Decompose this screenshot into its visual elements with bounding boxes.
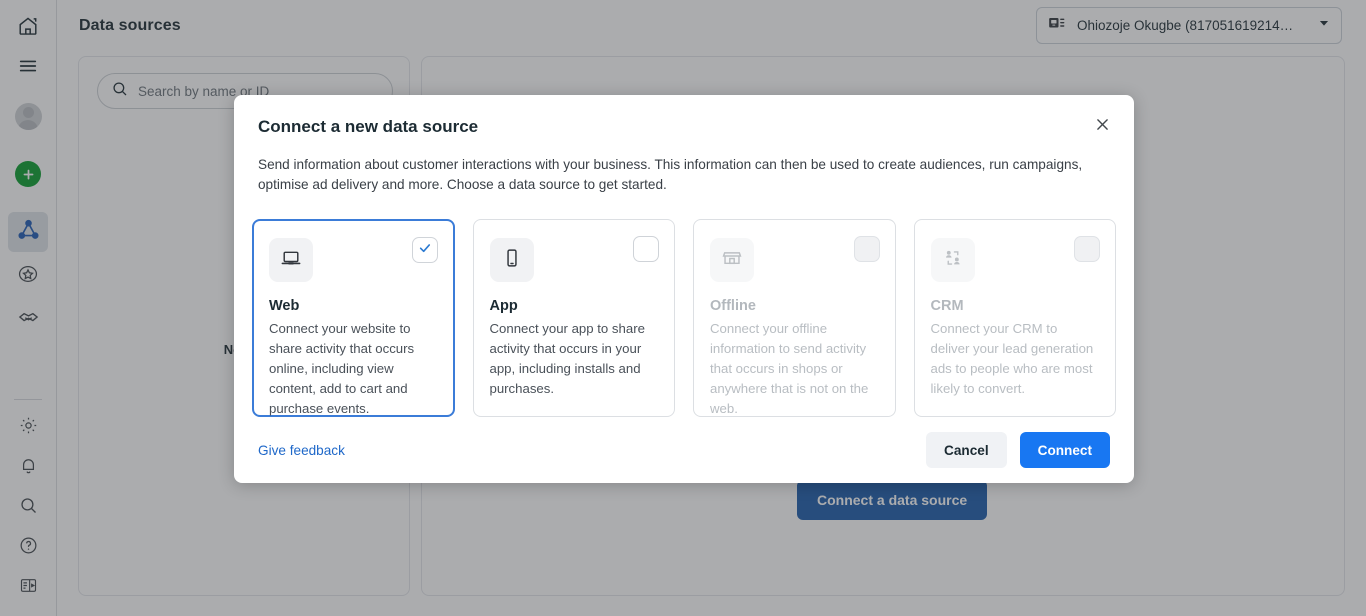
card-checkbox-crm: [1074, 236, 1100, 262]
crm-people-icon: [942, 247, 964, 274]
shop-icon-tile: [710, 238, 754, 282]
connect-data-source-dialog: Connect a new data source Send informati…: [234, 95, 1134, 483]
shop-icon: [721, 247, 743, 274]
check-icon: [417, 240, 433, 261]
card-title: Offline: [710, 298, 879, 314]
app-root: Data sources Ohiozoje Okugbe (8170516192…: [0, 0, 1366, 616]
card-description: Connect your website to share activity t…: [269, 319, 438, 419]
card-checkbox-app[interactable]: [633, 236, 659, 262]
card-title: CRM: [931, 298, 1100, 314]
laptop-icon-tile: [269, 238, 313, 282]
dialog-footer: Give feedback Cancel Connect: [234, 417, 1134, 483]
give-feedback-link[interactable]: Give feedback: [258, 443, 345, 458]
data-source-card-list: Web Connect your website to share activi…: [252, 219, 1116, 417]
crm-people-icon-tile: [931, 238, 975, 282]
card-checkbox-web[interactable]: [412, 237, 438, 263]
close-button[interactable]: [1088, 113, 1116, 141]
mobile-icon-tile: [490, 238, 534, 282]
card-description: Connect your CRM to deliver your lead ge…: [931, 319, 1100, 399]
data-source-card-app[interactable]: App Connect your app to share activity t…: [473, 219, 676, 417]
card-description: Connect your offline information to send…: [710, 319, 879, 419]
data-source-card-web[interactable]: Web Connect your website to share activi…: [252, 219, 455, 417]
data-source-card-offline: Offline Connect your offline information…: [693, 219, 896, 417]
card-checkbox-offline: [854, 236, 880, 262]
card-description: Connect your app to share activity that …: [490, 319, 659, 399]
mobile-icon: [501, 247, 523, 274]
card-title: App: [490, 298, 659, 314]
card-title: Web: [269, 298, 438, 314]
dialog-header: Connect a new data source: [234, 95, 1134, 137]
cancel-button[interactable]: Cancel: [926, 432, 1007, 468]
dialog-description: Send information about customer interact…: [258, 155, 1114, 195]
dialog-title: Connect a new data source: [258, 117, 1110, 137]
laptop-icon: [280, 247, 302, 274]
dialog-actions: Cancel Connect: [926, 432, 1110, 468]
connect-button[interactable]: Connect: [1020, 432, 1110, 468]
close-icon: [1094, 116, 1111, 138]
data-source-card-crm: CRM Connect your CRM to deliver your lea…: [914, 219, 1117, 417]
